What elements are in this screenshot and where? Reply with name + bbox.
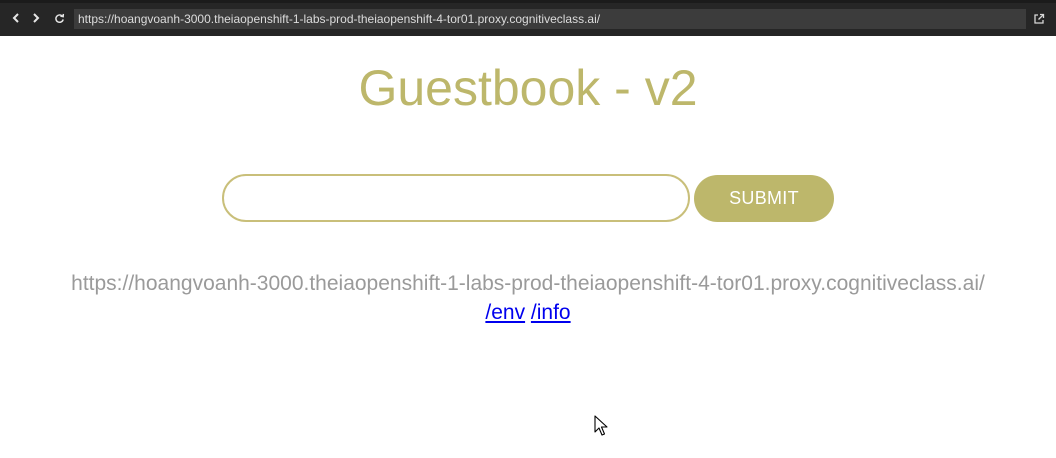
- forward-button[interactable]: [28, 10, 44, 26]
- forward-icon: [31, 12, 41, 24]
- browser-toolbar: https://hoangvoanh-3000.theiaopenshift-1…: [0, 0, 1056, 36]
- back-icon: [11, 12, 21, 24]
- host-address: https://hoangvoanh-3000.theiaopenshift-1…: [71, 272, 985, 295]
- back-button[interactable]: [8, 10, 24, 26]
- toolbar-top-strip: [0, 0, 1056, 3]
- info-links: /env /info: [0, 300, 1056, 326]
- env-link[interactable]: /env: [485, 301, 525, 324]
- address-bar-url: https://hoangvoanh-3000.theiaopenshift-1…: [78, 12, 601, 26]
- refresh-button[interactable]: [51, 10, 67, 26]
- refresh-icon: [54, 13, 65, 24]
- mouse-pointer-icon: [594, 415, 608, 437]
- submit-button[interactable]: SUBMIT: [694, 175, 834, 222]
- address-bar[interactable]: https://hoangvoanh-3000.theiaopenshift-1…: [74, 9, 1026, 29]
- info-link[interactable]: /info: [531, 301, 571, 324]
- guestbook-entry-input[interactable]: [222, 174, 690, 222]
- open-external-icon: [1033, 12, 1045, 29]
- page-title: Guestbook - v2: [358, 60, 698, 116]
- open-external-button[interactable]: [1033, 12, 1046, 25]
